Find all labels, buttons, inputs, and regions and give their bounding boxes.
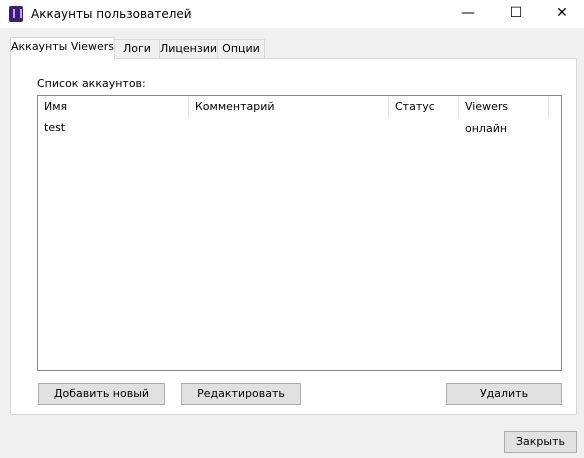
accounts-listview[interactable]: Имя Комментарий Статус Viewers онлайн te… [37, 95, 562, 371]
delete-button[interactable]: Удалить [446, 383, 562, 405]
column-header-status[interactable]: Статус [389, 96, 459, 118]
table-row[interactable]: test [38, 119, 559, 137]
row-name-cell: test [44, 121, 66, 134]
tab-logs[interactable]: Логи [114, 39, 160, 58]
close-button[interactable]: Закрыть [504, 431, 577, 453]
edit-button[interactable]: Редактировать [181, 383, 301, 405]
column-header-name[interactable]: Имя [38, 96, 189, 118]
window-title: Аккаунты пользователей [31, 7, 192, 21]
tab-viewers-accounts[interactable]: Аккаунты Viewers [10, 37, 115, 60]
app-logo-icon [9, 6, 23, 22]
column-header-comment[interactable]: Комментарий [189, 96, 389, 118]
tab-options[interactable]: Опции [217, 39, 265, 58]
tab-licenses[interactable]: Лицензии [159, 39, 218, 58]
title-bar: Аккаунты пользователей — ☐ ✕ [0, 0, 584, 28]
close-window-button[interactable]: ✕ [539, 0, 584, 28]
maximize-button[interactable]: ☐ [493, 0, 539, 28]
column-header-viewers-online[interactable]: Viewers онлайн [459, 96, 549, 135]
add-new-button[interactable]: Добавить новый [38, 383, 165, 405]
minimize-button[interactable]: — [445, 0, 491, 28]
accounts-list-label: Список аккаунтов: [37, 77, 146, 90]
list-header: Имя Комментарий Статус Viewers онлайн [38, 96, 561, 135]
